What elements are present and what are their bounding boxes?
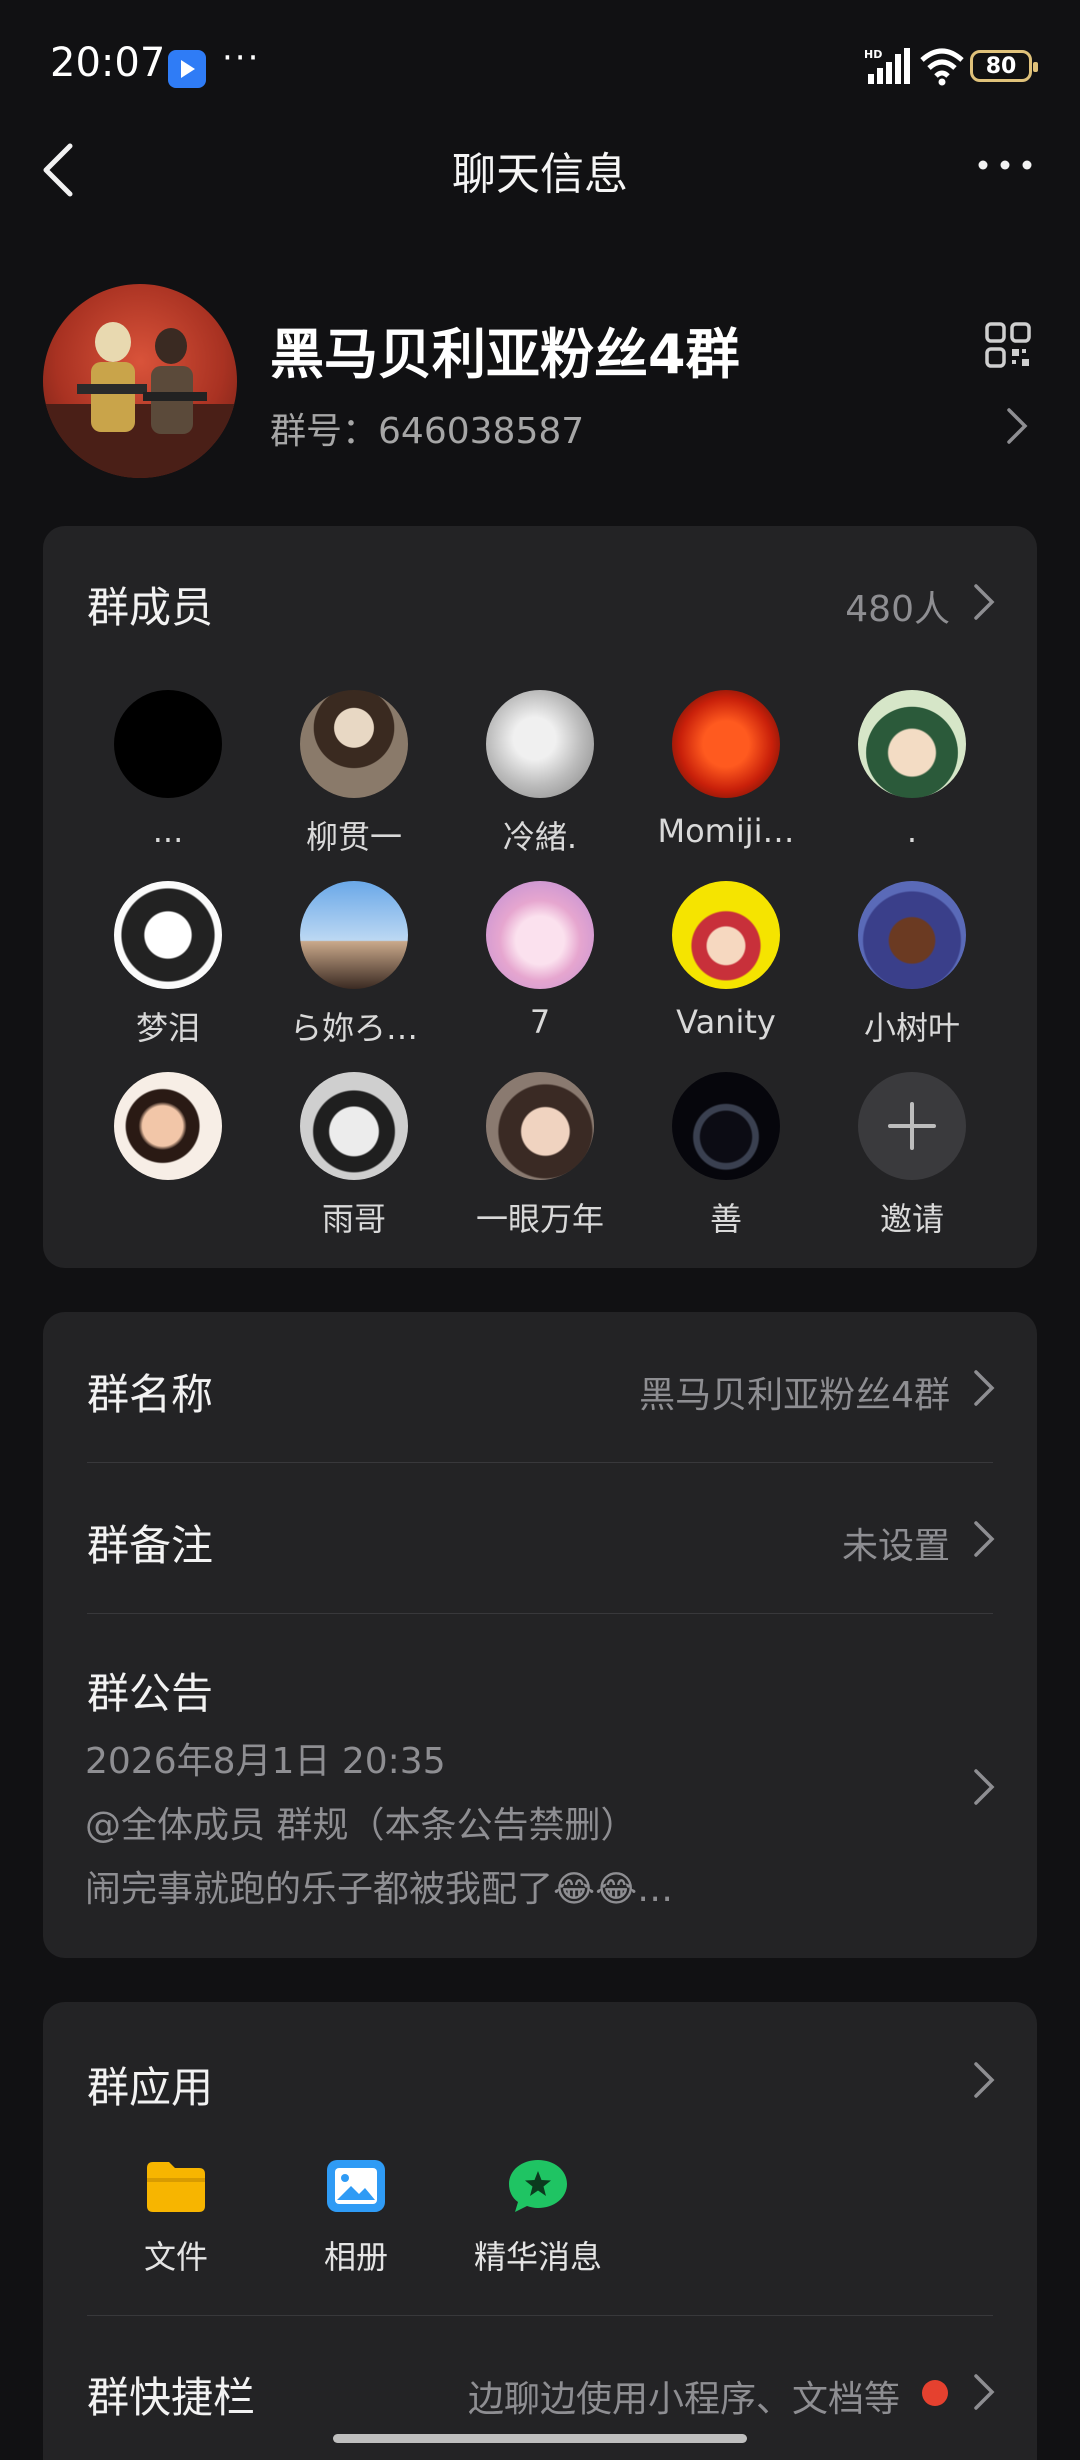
member-avatar — [114, 1072, 222, 1180]
app-label: 精华消息 — [473, 2238, 602, 2276]
member-name: 梦泪 — [135, 1009, 200, 1047]
group-remark-value[interactable]: 未设置 — [620, 1517, 950, 1569]
member-item[interactable]: 梦泪 — [83, 881, 253, 1049]
member-item[interactable]: Vanity — [641, 881, 811, 1041]
member-avatar — [486, 1072, 594, 1180]
group-id-label: 群号： — [270, 411, 379, 452]
shortcut-label[interactable]: 群快捷栏 — [87, 2364, 255, 2425]
member-name: 雨哥 — [321, 1200, 386, 1238]
group-notice-preview[interactable]: 2026年8月1日 20:35 @全体成员 群规（本条公告禁删） 闹完事就跑的乐… — [85, 1730, 945, 1922]
member-avatar — [672, 1072, 780, 1180]
member-avatar — [486, 690, 594, 798]
member-item[interactable]: 冷緒. — [455, 690, 625, 858]
shortcut-chevron-icon[interactable] — [972, 2372, 996, 2412]
member-avatar — [486, 881, 594, 989]
divider — [87, 1613, 993, 1614]
member-name: ら妳ろ… — [289, 1009, 418, 1047]
member-name: 善 — [709, 1200, 742, 1238]
invite-button[interactable]: 邀请 — [827, 1072, 997, 1240]
group-id: 群号：646038587 — [270, 402, 584, 454]
invite-label: 邀请 — [879, 1200, 944, 1238]
divider — [87, 1462, 993, 1463]
app-files[interactable]: 文件 — [86, 2158, 266, 2278]
member-name: 冷緒. — [502, 818, 578, 856]
member-item[interactable]: 柳贯一 — [269, 690, 439, 858]
divider — [87, 2315, 993, 2316]
app-label: 相册 — [323, 2238, 388, 2276]
shortcut-value[interactable]: 边聊边使用小程序、文档等 — [440, 2370, 900, 2422]
member-item[interactable]: 善 — [641, 1072, 811, 1240]
member-name: ... — [152, 812, 184, 850]
group-profile-chevron-icon[interactable] — [1005, 406, 1029, 446]
member-item[interactable]: . — [827, 690, 997, 850]
member-item[interactable]: ら妳ろ… — [269, 881, 439, 1049]
member-name: Vanity — [676, 1003, 776, 1041]
svg-text:HD: HD — [864, 48, 882, 61]
notice-date: 2026年8月1日 20:35 — [85, 1741, 446, 1782]
member-avatar — [858, 881, 966, 989]
notice-line: 闹完事就跑的乐子都被我配了😂😂… — [85, 1869, 674, 1910]
group-id-value: 646038587 — [378, 411, 585, 452]
member-avatar — [300, 690, 408, 798]
member-item[interactable]: 小树叶 — [827, 881, 997, 1049]
photo-album-icon — [327, 2160, 385, 2212]
qr-code-icon[interactable] — [985, 322, 1031, 368]
signal-icon: HD — [864, 48, 910, 84]
member-item[interactable] — [83, 1072, 253, 1194]
page-title: 聊天信息 — [452, 149, 628, 200]
members-chevron-icon[interactable] — [972, 582, 996, 622]
group-remark-label[interactable]: 群备注 — [87, 1512, 213, 1573]
app-essence[interactable]: 精华消息 — [448, 2158, 628, 2278]
group-name-chevron-icon[interactable] — [972, 1368, 996, 1408]
star-bubble-icon — [509, 2160, 567, 2212]
app-album[interactable]: 相册 — [266, 2158, 446, 2278]
status-time: 20:07 — [50, 40, 166, 86]
app-label: 文件 — [143, 2238, 208, 2276]
group-notice-chevron-icon[interactable] — [972, 1767, 996, 1807]
group-name-label[interactable]: 群名称 — [87, 1361, 213, 1422]
battery-icon: 80 — [970, 50, 1038, 82]
member-avatar — [858, 690, 966, 798]
member-name: 小树叶 — [863, 1009, 960, 1047]
member-name: . — [906, 812, 918, 850]
member-item[interactable]: 7 — [455, 881, 625, 1041]
member-name: 柳贯一 — [305, 818, 402, 856]
wifi-icon — [920, 48, 964, 86]
member-name: 7 — [529, 1003, 551, 1041]
new-badge-dot — [922, 2380, 948, 2406]
member-item[interactable]: Momiji… — [641, 690, 811, 850]
members-title: 群成员 — [87, 583, 214, 632]
notice-line: @全体成员 群规（本条公告禁删） — [85, 1805, 637, 1846]
member-avatar — [300, 881, 408, 989]
group-apps-title[interactable]: 群应用 — [87, 2054, 213, 2115]
group-notice-label[interactable]: 群公告 — [87, 1660, 213, 1721]
member-avatar — [114, 881, 222, 989]
media-app-icon — [168, 50, 206, 88]
plus-icon — [858, 1072, 966, 1180]
member-item[interactable]: ... — [83, 690, 253, 850]
member-avatar — [300, 1072, 408, 1180]
member-item[interactable]: 一眼万年 — [455, 1072, 625, 1240]
group-remark-chevron-icon[interactable] — [972, 1519, 996, 1559]
member-avatar — [114, 690, 222, 798]
folder-icon — [147, 2162, 205, 2212]
member-name: 一眼万年 — [475, 1200, 604, 1238]
status-more-icon: ··· — [222, 38, 261, 78]
member-item[interactable]: 雨哥 — [269, 1072, 439, 1240]
group-name-value[interactable]: 黑马贝利亚粉丝4群 — [520, 1366, 950, 1418]
group-avatar[interactable] — [43, 284, 237, 478]
member-name: Momiji… — [657, 812, 795, 850]
member-avatar — [672, 690, 780, 798]
member-count[interactable]: 480人 — [800, 580, 950, 632]
group-name: 黑马贝利亚粉丝4群 — [270, 323, 740, 386]
group-apps-chevron-icon[interactable] — [972, 2060, 996, 2100]
member-avatar — [672, 881, 780, 989]
home-indicator[interactable] — [333, 2434, 747, 2443]
more-options-icon[interactable] — [975, 150, 1035, 180]
